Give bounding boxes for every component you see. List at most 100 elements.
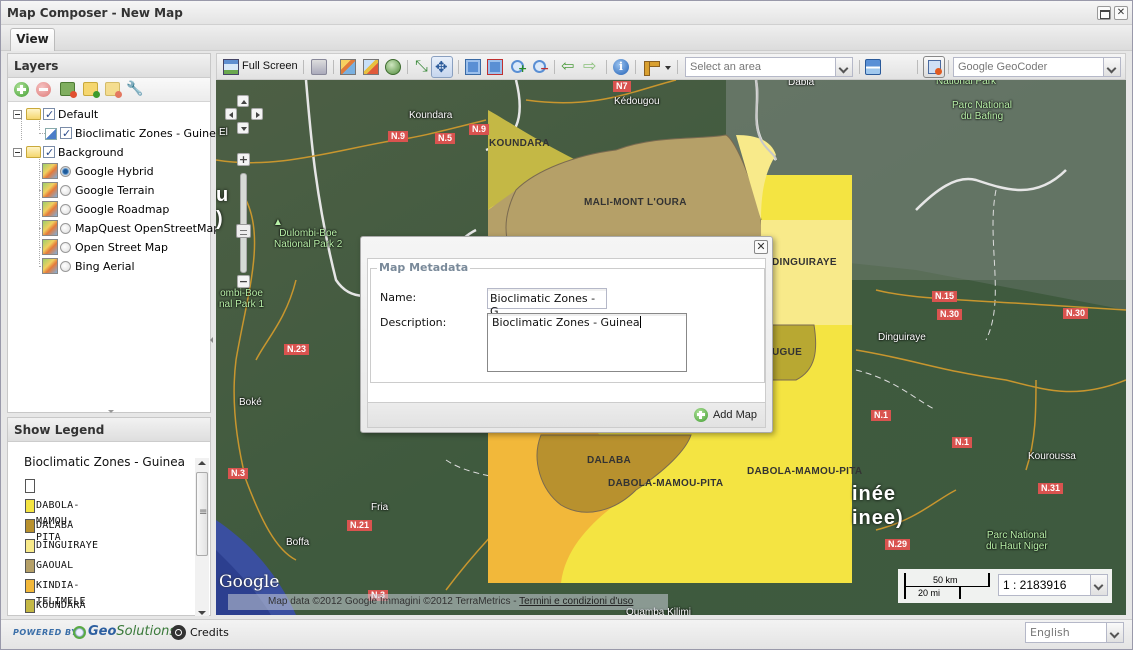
layer-radio[interactable] (60, 223, 71, 234)
legend-panel-title[interactable]: Show Legend (8, 418, 210, 442)
remove-layer-icon[interactable] (36, 82, 51, 97)
road-shield: N7 (613, 81, 631, 92)
country-label: inée (852, 483, 897, 505)
language-value: English (1030, 626, 1070, 639)
maximize-button[interactable] (1097, 6, 1111, 20)
layer-radio[interactable] (60, 204, 71, 215)
info-icon[interactable]: i (613, 59, 629, 75)
tree-group-background[interactable]: Background (8, 143, 210, 162)
pan-down-icon[interactable] (237, 122, 249, 134)
add-wms-icon[interactable] (385, 59, 401, 75)
zoom-slider-handle[interactable] (236, 224, 251, 238)
zoom-out-icon[interactable] (532, 59, 549, 75)
fieldset-title: Map Metadata (377, 261, 471, 274)
close-icon[interactable]: ✕ (754, 240, 768, 254)
legend-swatch (25, 559, 35, 573)
tree-group-default[interactable]: Default (8, 105, 210, 124)
layer-radio[interactable] (60, 242, 71, 253)
tree-layer-google-terrain[interactable]: Google Terrain (8, 181, 210, 200)
add-map-button[interactable]: Add Map (693, 407, 757, 424)
terms-link[interactable]: Termini e condizioni d'uso (519, 596, 633, 607)
tab-view[interactable]: View (10, 28, 55, 51)
road-shield: N.31 (1038, 483, 1064, 494)
zoom-slider-track[interactable] (240, 173, 247, 273)
road-shield: N.15 (932, 291, 958, 302)
chevron-down-icon[interactable] (1103, 58, 1120, 76)
print-icon[interactable] (311, 59, 327, 75)
export-map-icon[interactable] (363, 59, 379, 75)
zoom-in-icon[interactable] (510, 59, 527, 75)
tree-layer-bioclimatic[interactable]: Bioclimatic Zones - Guinea (8, 124, 223, 143)
legend-label: DINGUIRAYE (36, 540, 99, 551)
zoom-box-in-icon[interactable] (465, 59, 481, 75)
raster-layer-icon (42, 163, 58, 179)
collapse-icon[interactable] (13, 110, 22, 119)
geolocation-icon[interactable] (923, 56, 945, 78)
raster-layer-icon (42, 182, 58, 198)
scroll-down-icon[interactable] (198, 611, 206, 615)
scroll-up-icon[interactable] (198, 461, 206, 465)
save-icon[interactable] (865, 59, 881, 75)
gear-icon[interactable] (171, 625, 186, 640)
close-button[interactable]: ✕ (1114, 6, 1128, 20)
geocoder-combo[interactable]: Google GeoCoder (953, 57, 1121, 77)
wrench-icon[interactable]: 🔧 (126, 82, 143, 96)
measure-icon[interactable] (643, 59, 660, 76)
raster-layer-icon (42, 239, 58, 255)
pan-tool-icon[interactable] (431, 56, 453, 78)
remove-group-icon[interactable] (105, 82, 122, 98)
full-screen-icon[interactable] (223, 59, 239, 75)
add-group-icon[interactable] (83, 82, 100, 98)
tree-layer-bing-aerial[interactable]: Bing Aerial (8, 257, 210, 276)
tree-label: Background (58, 146, 124, 159)
legend-label: DALABA (36, 520, 74, 531)
splitter-handle[interactable] (103, 410, 119, 414)
layers-toolbar: 🔧 (8, 78, 210, 102)
tree-layer-mapquest-osm[interactable]: MapQuest OpenStreetMap (8, 219, 220, 238)
zoom-in-button[interactable]: + (237, 153, 250, 166)
collapse-icon[interactable] (13, 148, 22, 157)
layer-radio[interactable] (60, 261, 71, 272)
pan-right-icon[interactable] (251, 108, 263, 120)
status-bar: POWERED BY GeoSolutions Credits English (1, 619, 1132, 649)
tree-label: Google Hybrid (75, 165, 154, 178)
zoom-to-max-extent-icon[interactable] (415, 56, 431, 76)
save-map-context-icon[interactable] (340, 59, 356, 75)
zone-label-koundara: KOUNDARA (489, 138, 550, 149)
credits-button[interactable]: Credits (190, 626, 229, 639)
group-checkbox[interactable] (43, 105, 55, 124)
name-field[interactable]: Bioclimatic Zones - G (487, 288, 607, 318)
tree-layer-open-street-map[interactable]: Open Street Map (8, 238, 210, 257)
country-label: ) (216, 208, 224, 230)
scroll-thumb[interactable] (196, 472, 208, 556)
group-checkbox[interactable] (43, 143, 55, 162)
tree-layer-google-hybrid[interactable]: Google Hybrid (8, 162, 210, 181)
geosolutions-logo[interactable]: GeoSolutions (88, 624, 176, 639)
next-extent-icon[interactable]: ⇨ (583, 58, 599, 75)
raster-layer-icon (42, 258, 58, 274)
layer-checkbox[interactable] (60, 124, 72, 143)
measure-dropdown-icon[interactable] (665, 66, 671, 70)
select-area-combo[interactable]: Select an area (685, 57, 853, 77)
tree-layer-google-roadmap[interactable]: Google Roadmap (8, 200, 210, 219)
scale-selector[interactable]: 1 : 2183916 (998, 574, 1108, 596)
chevron-down-icon[interactable] (1090, 575, 1107, 595)
pan-up-icon[interactable] (237, 95, 249, 107)
add-layer-icon[interactable] (14, 82, 29, 97)
chevron-down-icon[interactable] (835, 58, 852, 76)
full-screen-button[interactable]: Full Screen (242, 60, 298, 72)
layer-radio[interactable] (60, 166, 71, 177)
add-icon (693, 408, 708, 422)
pan-left-icon[interactable] (225, 108, 237, 120)
layer-radio[interactable] (60, 185, 71, 196)
chevron-down-icon[interactable] (1106, 623, 1123, 642)
description-field[interactable]: Bioclimatic Zones - Guinea (487, 313, 687, 372)
attribution-text: Map data ©2012 Google Immagini ©2012 Ter… (268, 596, 520, 607)
map-composer-window: Map Composer - New Map ✕ View Layers 🔧 D… (0, 0, 1133, 650)
layer-properties-icon[interactable] (60, 82, 77, 98)
language-selector[interactable]: English (1025, 622, 1124, 643)
zoom-out-button[interactable]: − (237, 275, 250, 288)
previous-extent-icon[interactable]: ⇦ (561, 58, 577, 75)
zoom-box-out-icon[interactable] (487, 59, 503, 75)
legend-scrollbar[interactable] (195, 458, 209, 616)
